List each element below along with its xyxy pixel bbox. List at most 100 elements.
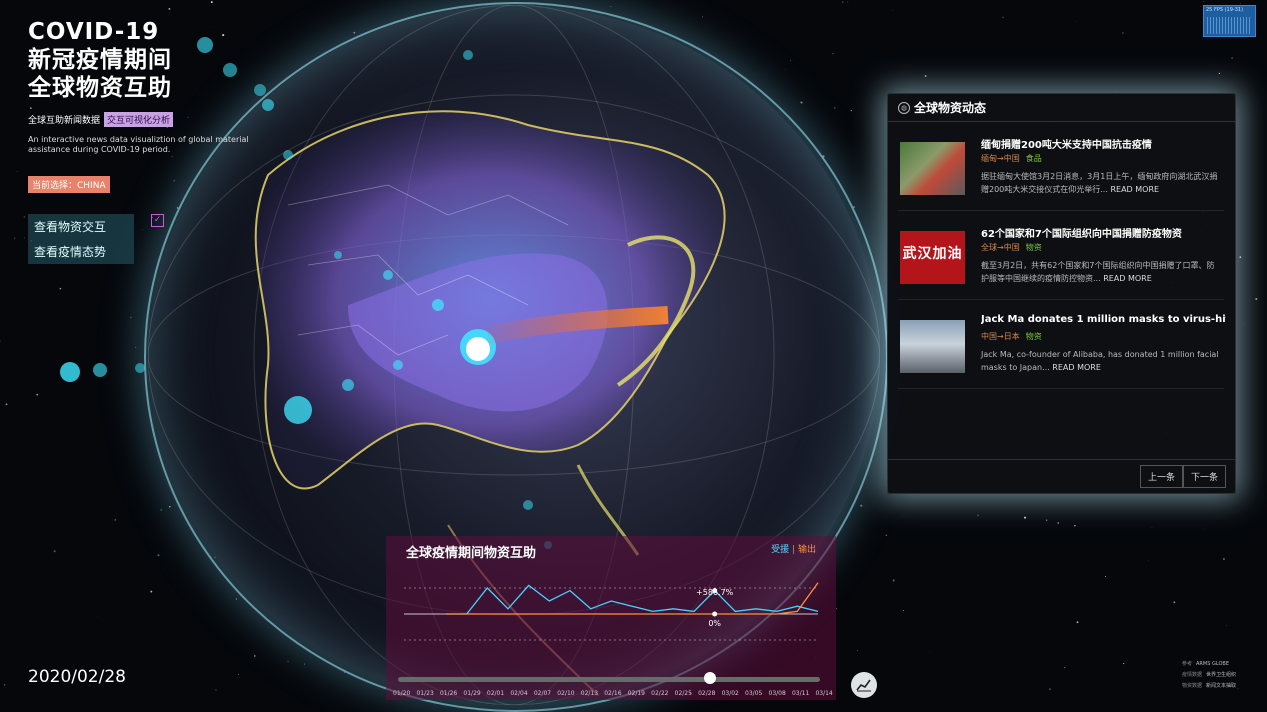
timeline-tick-label: 03/08 — [769, 690, 786, 697]
news-panel-footer: 上一条 下一条 — [888, 459, 1235, 493]
credit-row: 疫情数据世界卫生组织 — [1182, 670, 1236, 681]
credit-row: 参考ARMS GLOBE — [1182, 659, 1236, 670]
news-route: 全球→中国 — [981, 243, 1020, 252]
star — [1203, 1, 1204, 2]
view-materials-button[interactable]: 查看物资交互 — [28, 214, 134, 239]
credit-value: ARMS GLOBE — [1196, 661, 1229, 667]
star — [1238, 688, 1239, 689]
timeline-tick-label: 03/11 — [792, 690, 809, 697]
news-meta: 缅甸→中国食品 — [981, 153, 1042, 164]
timeline-tick-label: 02/04 — [510, 690, 527, 697]
credit-key: 疫情数据 — [1182, 672, 1202, 678]
news-category: 物资 — [1026, 243, 1042, 252]
news-item[interactable]: 武汉加油 62个国家和7个国际组织向中国捐赠防疫物资 全球→中国物资 截至3月2… — [898, 221, 1224, 300]
news-title[interactable]: Jack Ma donates 1 million masks to virus… — [981, 314, 1226, 325]
news-title[interactable]: 缅甸捐赠200吨大米支持中国抗击疫情 — [981, 136, 1226, 151]
timeline-tick-label: 03/14 — [815, 690, 832, 697]
timeline-tick-label: 01/23 — [416, 690, 433, 697]
line-chart-icon[interactable] — [851, 672, 877, 698]
fps-graph — [1207, 17, 1252, 34]
description: An interactive news data visualiztion of… — [28, 135, 258, 155]
star — [977, 515, 979, 517]
globe-icon: ◍ — [898, 102, 910, 114]
news-title[interactable]: 62个国家和7个国际组织向中国捐赠防疫物资 — [981, 225, 1226, 240]
credit-row: 物资数据新闻文本抽取 — [1182, 681, 1236, 692]
current-date: 2020/02/28 — [28, 667, 126, 687]
credits: 参考ARMS GLOBE疫情数据世界卫生组织物资数据新闻文本抽取 — [1182, 659, 1236, 692]
next-button[interactable]: 下一条 — [1183, 465, 1226, 488]
fps-monitor: 25 FPS (19-31) — [1203, 5, 1256, 37]
timeline-tick-label: 02/19 — [628, 690, 645, 697]
subtitle-row: 全球互助新闻数据 交互可视化分析 — [28, 112, 258, 127]
star — [1152, 527, 1153, 528]
star — [98, 617, 99, 618]
star — [1122, 32, 1124, 34]
news-item[interactable]: 缅甸捐赠200吨大米支持中国抗击疫情 缅甸→中国食品 据驻缅甸大使馆3月2日消息… — [898, 132, 1224, 211]
star — [1074, 525, 1075, 526]
timeline-tick-label: 02/07 — [534, 690, 551, 697]
star — [842, 1, 843, 2]
star — [1240, 3, 1241, 4]
star — [1077, 621, 1079, 623]
star — [886, 535, 887, 536]
star — [1226, 625, 1227, 626]
news-route: 中国→日本 — [981, 332, 1020, 341]
star — [1024, 517, 1026, 519]
star — [1239, 256, 1241, 258]
read-more-link[interactable]: READ MORE — [1103, 274, 1152, 283]
news-meta: 全球→中国物资 — [981, 242, 1042, 253]
credit-value: 新闻文本抽取 — [1206, 683, 1236, 689]
chart-panel: 全球疫情期间物资互助 受援 | 输出 +586.7% 0% — [386, 536, 836, 700]
timeline-tick-label: 02/28 — [698, 690, 715, 697]
view-menu: 查看物资交互 查看疫情态势 — [28, 214, 134, 264]
news-summary-text: 据驻缅甸大使馆3月2日消息，3月1日上午，缅甸政府向湖北武汉捐赠200吨大米交接… — [981, 172, 1217, 194]
title-block: COVID-19 新冠疫情期间 全球物资互助 全球互助新闻数据 交互可视化分析 … — [28, 18, 258, 155]
subtitle-tag: 交互可视化分析 — [104, 112, 173, 127]
read-more-link[interactable]: READ MORE — [1052, 363, 1101, 372]
news-thumbnail: 武汉加油 — [900, 231, 965, 284]
pager: 上一条 下一条 — [1140, 465, 1226, 488]
view-materials-checkbox[interactable]: ✓ — [151, 214, 164, 227]
timeline-tick-label: 01/26 — [440, 690, 457, 697]
read-more-link[interactable]: READ MORE — [1110, 185, 1159, 194]
subtitle-text: 全球互助新闻数据 — [28, 113, 100, 126]
credit-value: 世界卫生组织 — [1206, 672, 1236, 678]
star — [1105, 576, 1106, 577]
title-line-2: 新冠疫情期间 — [28, 46, 258, 74]
timeline-tick-label: 02/25 — [675, 690, 692, 697]
timeline-tick-label: 01/29 — [463, 690, 480, 697]
current-selection-badge: 当前选择：CHINA — [28, 176, 110, 193]
title-line-1: COVID-19 — [28, 18, 258, 46]
star — [1231, 57, 1233, 59]
star — [114, 519, 116, 521]
line-chart: +586.7% 0% — [386, 536, 836, 700]
timeline-slider-track[interactable] — [398, 677, 820, 682]
prev-button[interactable]: 上一条 — [1140, 465, 1183, 488]
news-item[interactable]: Jack Ma donates 1 million masks to virus… — [898, 310, 1224, 389]
star — [925, 75, 927, 77]
news-category: 食品 — [1026, 154, 1042, 163]
news-panel: ◍ 全球物资动态 缅甸捐赠200吨大米支持中国抗击疫情 缅甸→中国食品 据驻缅甸… — [887, 93, 1236, 494]
timeline-tick-label: 02/13 — [581, 690, 598, 697]
timeline-tick-label: 02/22 — [651, 690, 668, 697]
star — [1223, 558, 1225, 560]
series-line-受援 — [446, 585, 818, 614]
star — [892, 10, 893, 11]
news-thumbnail-text: 武汉加油 — [903, 246, 963, 262]
star — [1049, 688, 1051, 690]
star — [847, 2, 848, 3]
timeline-tick-label: 03/05 — [745, 690, 762, 697]
title-line-3: 全球物资互助 — [28, 74, 258, 102]
star — [903, 610, 904, 611]
news-thumbnail — [900, 320, 965, 373]
timeline-tick-label: 02/16 — [604, 690, 621, 697]
news-panel-title: 全球物资动态 — [914, 99, 986, 116]
star — [1204, 529, 1205, 530]
star — [1116, 90, 1117, 91]
news-summary-text: 截至3月2日，共有62个国家和7个国际组织向中国捐赠了口罩、防护服等中国继续的疫… — [981, 261, 1214, 283]
news-panel-header: ◍ 全球物资动态 — [888, 94, 1235, 122]
view-epidemic-button[interactable]: 查看疫情态势 — [28, 239, 134, 264]
news-meta: 中国→日本物资 — [981, 331, 1042, 342]
annotation-high: +586.7% — [696, 588, 734, 597]
star — [4, 684, 6, 686]
